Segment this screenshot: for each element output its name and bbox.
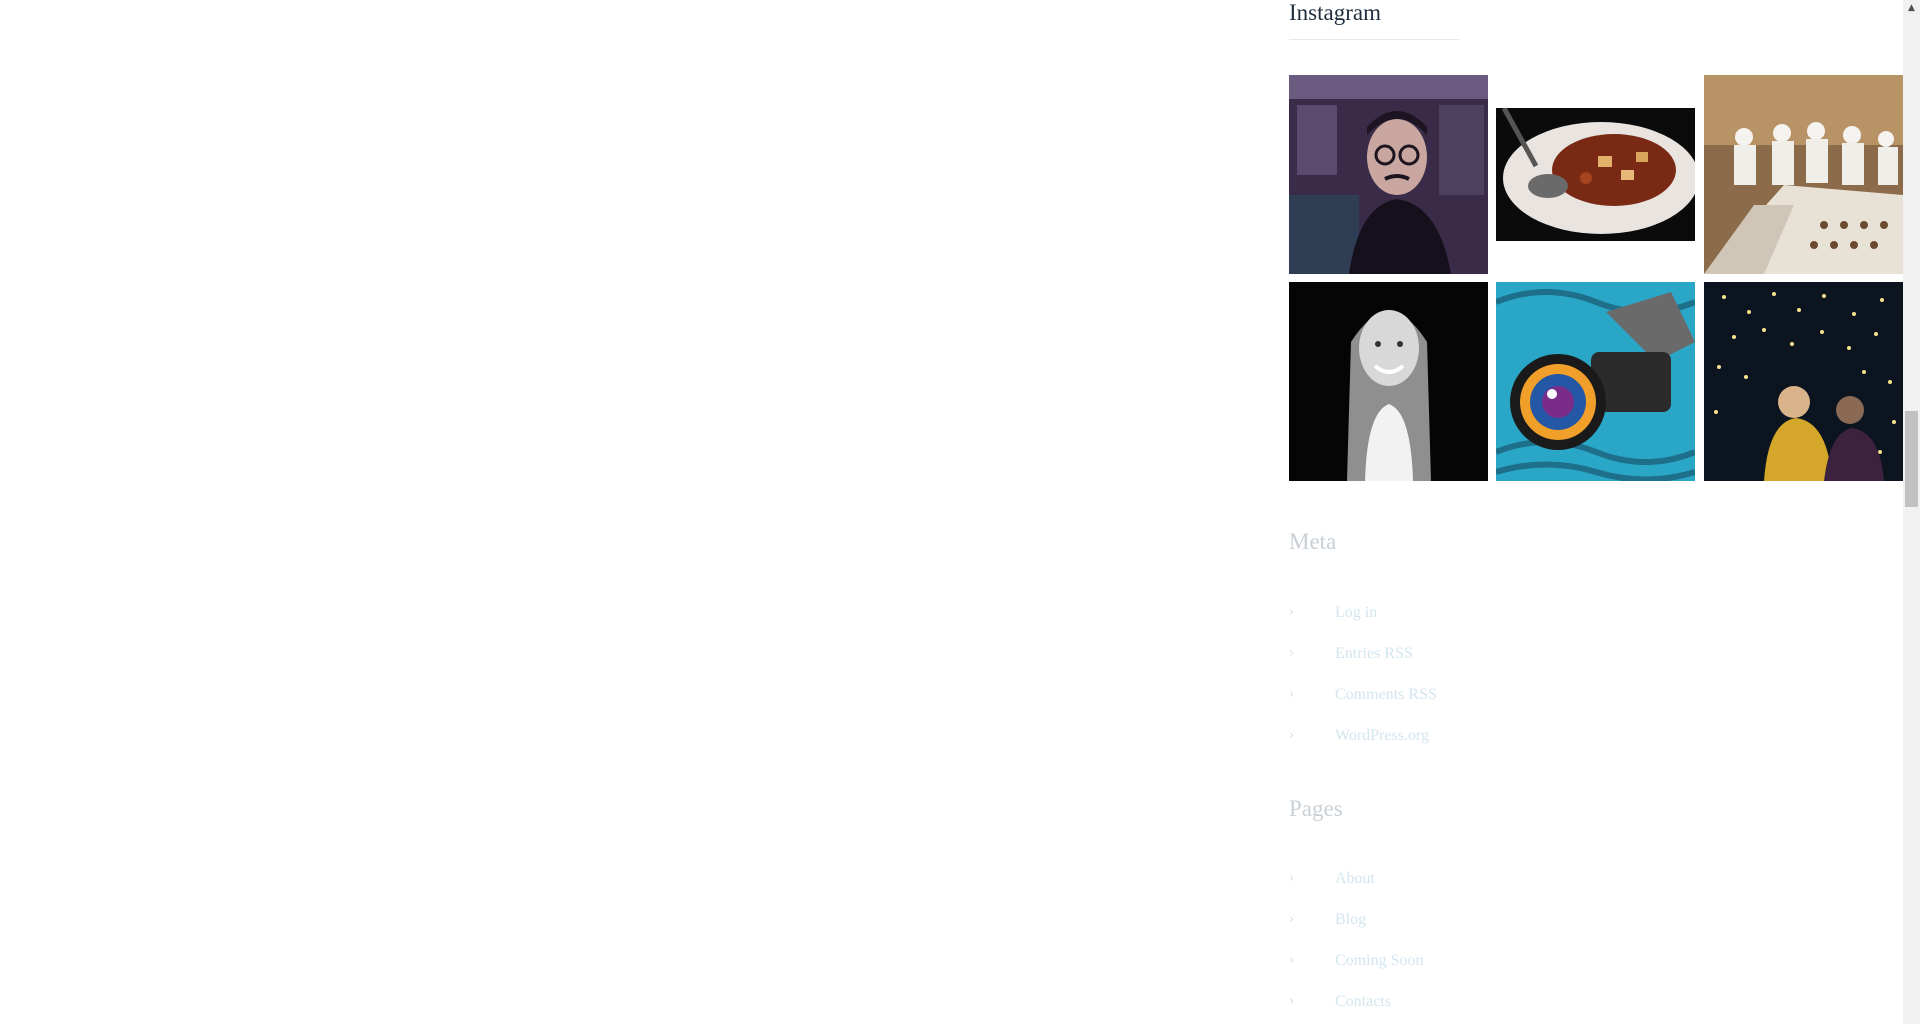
triangle-up-icon[interactable]: ▲ [1903, 0, 1920, 17]
instagram-photo[interactable] [1704, 75, 1903, 274]
vertical-scrollbar[interactable]: ▲ [1903, 0, 1920, 1024]
meta-title: Meta [1289, 529, 1337, 554]
photo-man-with-glasses [1289, 75, 1488, 274]
about-link[interactable]: About [1335, 869, 1375, 889]
instagram-photo[interactable] [1496, 282, 1695, 481]
entries-rss-link[interactable]: Entries RSS [1335, 644, 1413, 664]
photo-string-lights [1704, 282, 1903, 481]
instagram-photo[interactable] [1289, 75, 1488, 274]
chevron-right-icon: › [1289, 871, 1295, 886]
chevron-right-icon: › [1289, 953, 1295, 968]
instagram-photo[interactable] [1704, 282, 1903, 481]
chevron-right-icon: › [1289, 646, 1295, 661]
instagram-photo[interactable] [1496, 108, 1695, 241]
page: Instagram Meta › Log in › Entries RSS › … [0, 0, 1920, 1024]
photo-plate-of-food [1496, 108, 1695, 241]
pages-title: Pages [1289, 796, 1343, 821]
chevron-right-icon: › [1289, 912, 1295, 927]
chevron-right-icon: › [1289, 994, 1295, 1009]
login-link[interactable]: Log in [1335, 603, 1377, 623]
photo-camera-on-fabric [1496, 282, 1695, 481]
blog-link[interactable]: Blog [1335, 910, 1366, 930]
wordpress-org-link[interactable]: WordPress.org [1335, 726, 1429, 746]
instagram-title-divider [1289, 39, 1459, 40]
instagram-title: Instagram [1289, 0, 1381, 25]
contacts-link[interactable]: Contacts [1335, 992, 1391, 1012]
instagram-photo[interactable] [1289, 282, 1488, 481]
photo-chefs-banquet [1704, 75, 1903, 274]
scrollbar-thumb[interactable] [1905, 411, 1918, 507]
coming-soon-link[interactable]: Coming Soon [1335, 951, 1423, 971]
chevron-right-icon: › [1289, 728, 1295, 743]
comments-rss-link[interactable]: Comments RSS [1335, 685, 1437, 705]
instagram-grid [1289, 75, 1903, 481]
chevron-right-icon: › [1289, 605, 1295, 620]
chevron-right-icon: › [1289, 687, 1295, 702]
photo-woman-portrait [1289, 282, 1488, 481]
